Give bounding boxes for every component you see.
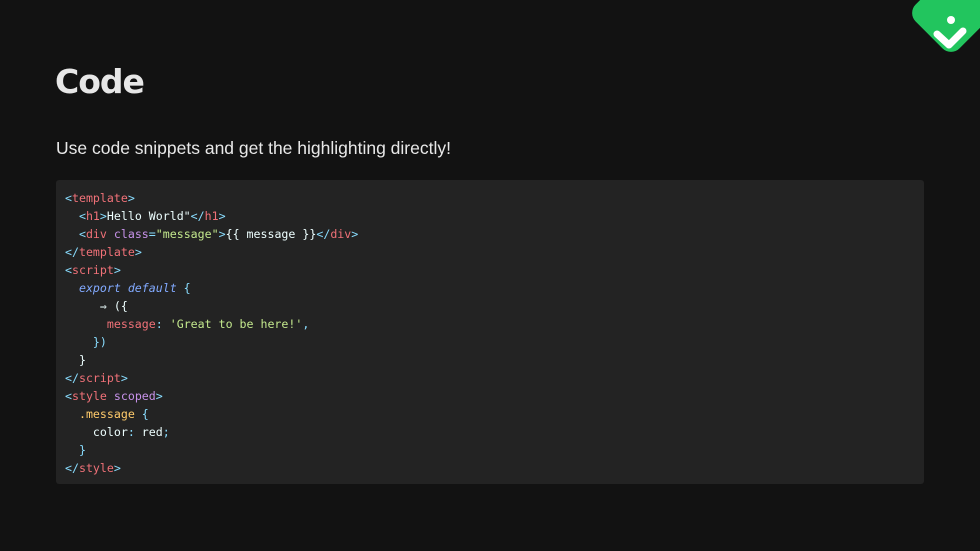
- code-token: template: [71, 191, 128, 205]
- code-line: </template>: [65, 243, 915, 261]
- code-token: scoped: [113, 389, 156, 403]
- code-line: <script>: [65, 261, 915, 279]
- code-block: <template> <h1>Hello World"</h1> <div cl…: [56, 180, 924, 484]
- code-token: .message: [78, 407, 135, 421]
- code-token: red: [141, 425, 163, 439]
- code-token: ⇒ ({: [65, 299, 128, 313]
- code-token: >: [351, 227, 359, 241]
- code-token: </: [190, 209, 205, 223]
- code-token: :: [127, 425, 142, 439]
- code-token: }: [78, 443, 86, 457]
- code-line: <style scoped>: [65, 387, 915, 405]
- code-line: <template>: [65, 189, 915, 207]
- code-token: style: [71, 389, 107, 403]
- code-token: >: [155, 389, 163, 403]
- code-token: >: [218, 209, 226, 223]
- code-token: div: [330, 227, 352, 241]
- code-line: }: [65, 351, 915, 369]
- code-token: "message": [155, 227, 219, 241]
- code-token: >: [218, 227, 226, 241]
- check-logo-icon: [912, 0, 980, 52]
- code-token: :: [155, 317, 170, 331]
- code-line: color: red;: [65, 423, 915, 441]
- code-token: <: [78, 227, 86, 241]
- code-token: </: [65, 245, 79, 259]
- code-line: .message {: [65, 405, 915, 423]
- slide-subtitle: Use code snippets and get the highlighti…: [56, 138, 451, 158]
- code-token: </: [65, 461, 79, 475]
- code-token: >: [134, 245, 142, 259]
- code-token: }: [65, 353, 86, 367]
- code-line: </style>: [65, 459, 915, 477]
- code-token: h1: [85, 209, 100, 223]
- code-token: <: [65, 191, 72, 205]
- code-token: {: [176, 281, 191, 295]
- code-content: <template> <h1>Hello World"</h1> <div cl…: [65, 189, 915, 477]
- code-token: {: [134, 407, 149, 421]
- code-token: }): [92, 335, 107, 349]
- slide: Code Use code snippets and get the highl…: [0, 0, 980, 551]
- code-line: </script>: [65, 369, 915, 387]
- code-line: <h1>Hello World"</h1>: [65, 207, 915, 225]
- code-token: =: [148, 227, 156, 241]
- code-token: {{ message }}: [225, 227, 317, 241]
- code-token: script: [78, 371, 121, 385]
- code-line: message: 'Great to be here!',: [65, 315, 915, 333]
- code-token: 'Great to be here!': [169, 317, 303, 331]
- code-line: export default {: [65, 279, 915, 297]
- code-token: <: [65, 389, 72, 403]
- code-token: color: [92, 425, 128, 439]
- code-token: ,: [302, 317, 310, 331]
- code-token: </: [316, 227, 331, 241]
- code-line: ⇒ ({: [65, 297, 915, 315]
- code-token: class: [113, 227, 149, 241]
- code-token: >: [120, 371, 128, 385]
- code-token: <: [78, 209, 86, 223]
- code-token: <: [65, 263, 72, 277]
- code-token: export default: [78, 281, 177, 295]
- code-token: Hello World": [106, 209, 191, 223]
- code-token: message: [106, 317, 156, 331]
- code-token: div: [85, 227, 107, 241]
- code-token: style: [78, 461, 114, 475]
- code-token: >: [99, 209, 107, 223]
- code-token: </: [65, 371, 79, 385]
- code-line: }: [65, 441, 915, 459]
- code-line: <div class="message">{{ message }}</div>: [65, 225, 915, 243]
- code-token: >: [113, 263, 121, 277]
- code-token: script: [71, 263, 114, 277]
- code-token: >: [127, 191, 135, 205]
- code-line: }): [65, 333, 915, 351]
- code-token: ;: [162, 425, 170, 439]
- slide-title: Code: [55, 62, 145, 101]
- code-token: >: [113, 461, 121, 475]
- code-token: h1: [204, 209, 219, 223]
- code-token: template: [78, 245, 135, 259]
